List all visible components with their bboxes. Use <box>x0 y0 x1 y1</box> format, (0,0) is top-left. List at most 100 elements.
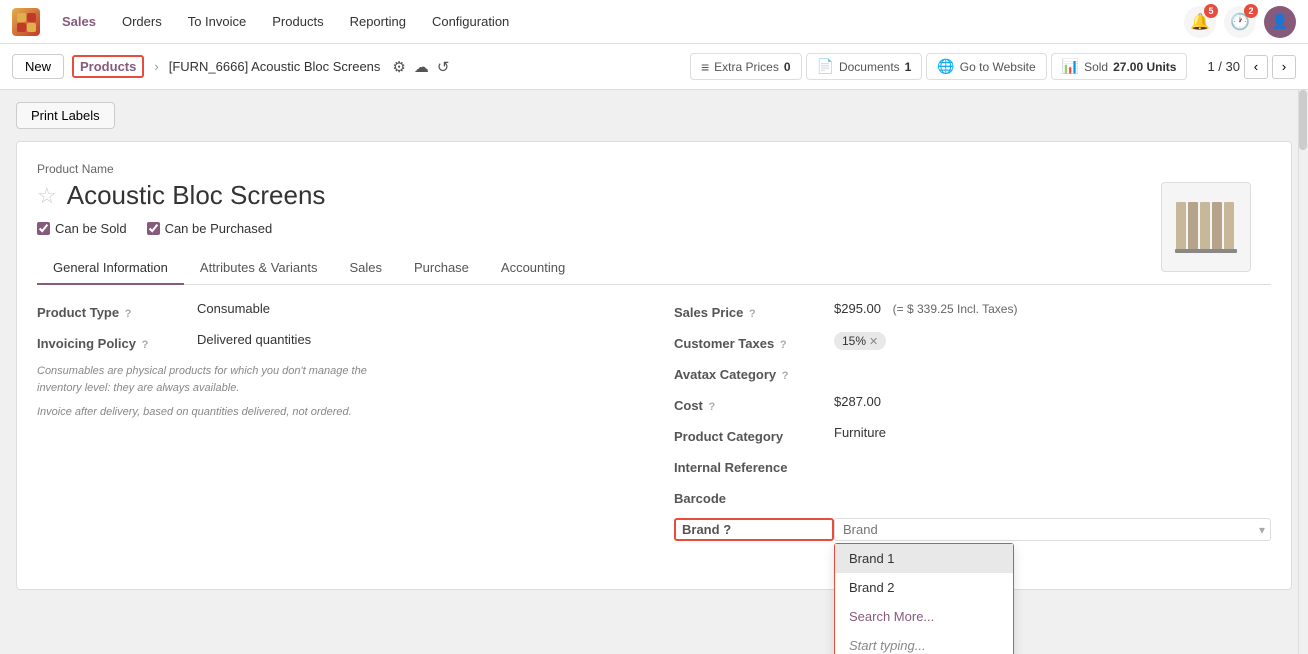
extra-prices-count: 0 <box>784 60 791 74</box>
product-type-field-label: Product Type ? <box>37 301 197 320</box>
cost-label: Cost ? <box>674 394 834 413</box>
invoicing-policy-value: Delivered quantities <box>197 332 634 347</box>
form-right: Sales Price ? $295.00 (= $ 339.25 Incl. … <box>674 301 1271 553</box>
extra-prices-label: Extra Prices <box>714 60 779 74</box>
brand-label: Brand ? <box>674 518 834 541</box>
nav-menu: Sales Orders To Invoice Products Reporti… <box>50 8 521 35</box>
record-action-icons: ⚙ ☁ ↺ <box>392 58 449 76</box>
product-name-label: Product Name <box>37 162 1271 176</box>
nav-orders[interactable]: Orders <box>110 8 174 35</box>
can-be-sold-checkbox[interactable]: Can be Sold <box>37 221 127 236</box>
sales-price-help-icon[interactable]: ? <box>749 308 756 320</box>
nav-to-invoice[interactable]: To Invoice <box>176 8 259 35</box>
product-category-value: Furniture <box>834 425 1271 440</box>
breadcrumb-current: [FURN_6666] Acoustic Bloc Screens <box>169 59 381 74</box>
consumable-note: Consumables are physical products for wh… <box>37 363 634 396</box>
chart-icon: 📊 <box>1062 58 1079 75</box>
cost-row: Cost ? $287.00 <box>674 394 1271 413</box>
main-content: Print Labels Product Name ☆ Acoustic Blo… <box>0 90 1308 654</box>
sold-label: Sold <box>1084 60 1108 74</box>
pager-next[interactable]: › <box>1272 55 1296 79</box>
brand-help-icon[interactable]: ? <box>723 522 731 537</box>
form-left: Product Type ? Consumable Invoicing Poli… <box>37 301 634 553</box>
cost-value: $287.00 <box>834 394 1271 409</box>
avatax-label: Avatax Category ? <box>674 363 834 382</box>
documents-button[interactable]: 📄 Documents 1 <box>806 53 923 80</box>
brand-input-wrap: ▾ Brand 1 Brand 2 Search More... Start t… <box>834 518 1271 541</box>
new-button[interactable]: New <box>12 54 64 79</box>
extra-prices-button[interactable]: ≡ Extra Prices 0 <box>690 53 802 80</box>
clock-button[interactable]: 🕐 2 <box>1224 6 1256 38</box>
breadcrumb-products-link[interactable]: Products <box>72 55 144 78</box>
globe-icon: 🌐 <box>937 58 954 75</box>
nav-reporting[interactable]: Reporting <box>338 8 418 35</box>
chevron-down-icon: ▾ <box>1259 523 1265 537</box>
navbar: Sales Orders To Invoice Products Reporti… <box>0 0 1308 44</box>
list-icon: ≡ <box>701 59 709 75</box>
nav-products[interactable]: Products <box>260 8 335 35</box>
documents-label: Documents <box>839 60 900 74</box>
document-icon: 📄 <box>817 58 834 75</box>
barcode-label: Barcode <box>674 487 834 506</box>
can-be-purchased-checkbox[interactable]: Can be Purchased <box>147 221 273 236</box>
favorite-star-icon[interactable]: ☆ <box>37 183 57 209</box>
nav-configuration[interactable]: Configuration <box>420 8 521 35</box>
dropdown-item-start-typing: Start typing... <box>835 631 1013 654</box>
can-be-sold-label: Can be Sold <box>55 221 127 236</box>
invoicing-help-icon[interactable]: ? <box>142 339 149 351</box>
barcode-row: Barcode <box>674 487 1271 506</box>
pager-prev[interactable]: ‹ <box>1244 55 1268 79</box>
sold-count: 27.00 Units <box>1113 60 1176 74</box>
customer-taxes-row: Customer Taxes ? 15% ✕ <box>674 332 1271 351</box>
tab-general-information[interactable]: General Information <box>37 252 184 285</box>
customer-taxes-label: Customer Taxes ? <box>674 332 834 351</box>
print-labels-button[interactable]: Print Labels <box>16 102 115 129</box>
checkboxes: Can be Sold Can be Purchased <box>37 221 1271 236</box>
product-type-row: Product Type ? Consumable <box>37 301 634 320</box>
settings-icon[interactable]: ⚙ <box>392 58 405 76</box>
product-type-help-icon[interactable]: ? <box>125 308 132 320</box>
customer-taxes-help-icon[interactable]: ? <box>780 339 787 351</box>
tax-remove-icon[interactable]: ✕ <box>869 335 878 348</box>
form-card: Product Name ☆ Acoustic Bloc Screens <box>16 141 1292 590</box>
tab-sales[interactable]: Sales <box>333 252 398 285</box>
customer-taxes-value: 15% ✕ <box>834 332 1271 350</box>
website-label: Go to Website <box>960 60 1036 74</box>
avatax-row: Avatax Category ? <box>674 363 1271 382</box>
invoicing-policy-field-label: Invoicing Policy ? <box>37 332 197 351</box>
toolbar-actions: ≡ Extra Prices 0 📄 Documents 1 🌐 Go to W… <box>690 53 1187 80</box>
clock-badge: 2 <box>1244 4 1258 18</box>
avatax-help-icon[interactable]: ? <box>782 370 789 382</box>
tab-purchase[interactable]: Purchase <box>398 252 485 285</box>
sales-price-label: Sales Price ? <box>674 301 834 320</box>
revert-icon[interactable]: ↺ <box>437 58 450 76</box>
user-avatar[interactable]: 👤 <box>1264 6 1296 38</box>
dropdown-item-brand2[interactable]: Brand 2 <box>835 573 1013 602</box>
form-tabs: General Information Attributes & Variant… <box>37 252 1271 285</box>
product-type-value: Consumable <box>197 301 634 316</box>
pager-text: 1 / 30 <box>1207 59 1240 74</box>
product-image <box>1161 182 1251 272</box>
nav-sales[interactable]: Sales <box>50 8 108 35</box>
scrollbar-track[interactable] <box>1298 90 1308 654</box>
app-logo <box>12 8 40 36</box>
breadcrumb-separator: › <box>154 59 158 74</box>
product-title: Acoustic Bloc Screens <box>67 180 326 211</box>
sold-button[interactable]: 📊 Sold 27.00 Units <box>1051 53 1188 80</box>
website-button[interactable]: 🌐 Go to Website <box>926 53 1046 80</box>
bell-button[interactable]: 🔔 5 <box>1184 6 1216 38</box>
invoice-note: Invoice after delivery, based on quantit… <box>37 404 634 421</box>
dropdown-item-brand1[interactable]: Brand 1 <box>835 544 1013 573</box>
internal-ref-label: Internal Reference <box>674 456 834 475</box>
scrollbar-thumb[interactable] <box>1299 90 1307 150</box>
tab-accounting[interactable]: Accounting <box>485 252 581 285</box>
cloud-icon[interactable]: ☁ <box>414 58 429 76</box>
record-pager: 1 / 30 ‹ › <box>1207 55 1296 79</box>
tab-attributes-variants[interactable]: Attributes & Variants <box>184 252 334 285</box>
dropdown-item-search-more[interactable]: Search More... <box>835 602 1013 631</box>
brand-dropdown: Brand 1 Brand 2 Search More... Start typ… <box>834 543 1014 654</box>
brand-input[interactable] <box>834 518 1271 541</box>
cost-help-icon[interactable]: ? <box>709 401 716 413</box>
product-category-label: Product Category <box>674 425 834 444</box>
can-be-purchased-label: Can be Purchased <box>165 221 273 236</box>
